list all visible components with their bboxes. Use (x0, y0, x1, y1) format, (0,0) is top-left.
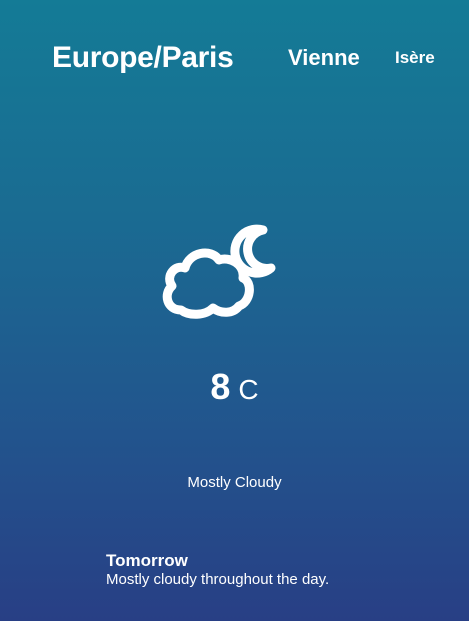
region-label: Isère (395, 48, 435, 67)
city-label: Vienne (288, 45, 360, 70)
temperature-unit: C (238, 374, 259, 405)
temperature-value: 8 (210, 366, 231, 407)
forecast-title: Tomorrow (106, 551, 188, 570)
forecast-summary: Mostly cloudy throughout the day. (106, 571, 330, 588)
location-header: Europe/Paris Vienne Isère (0, 38, 469, 78)
timezone-label: Europe/Paris (52, 41, 234, 74)
temperature-display: 8C (0, 366, 469, 416)
current-condition: Mostly Cloudy (187, 474, 282, 491)
partly-cloudy-night-icon (155, 222, 283, 322)
forecast-section: Tomorrow Mostly cloudy throughout the da… (106, 551, 446, 589)
weather-screen: Europe/Paris Vienne Isère 8C Mostly Clou… (0, 0, 469, 621)
